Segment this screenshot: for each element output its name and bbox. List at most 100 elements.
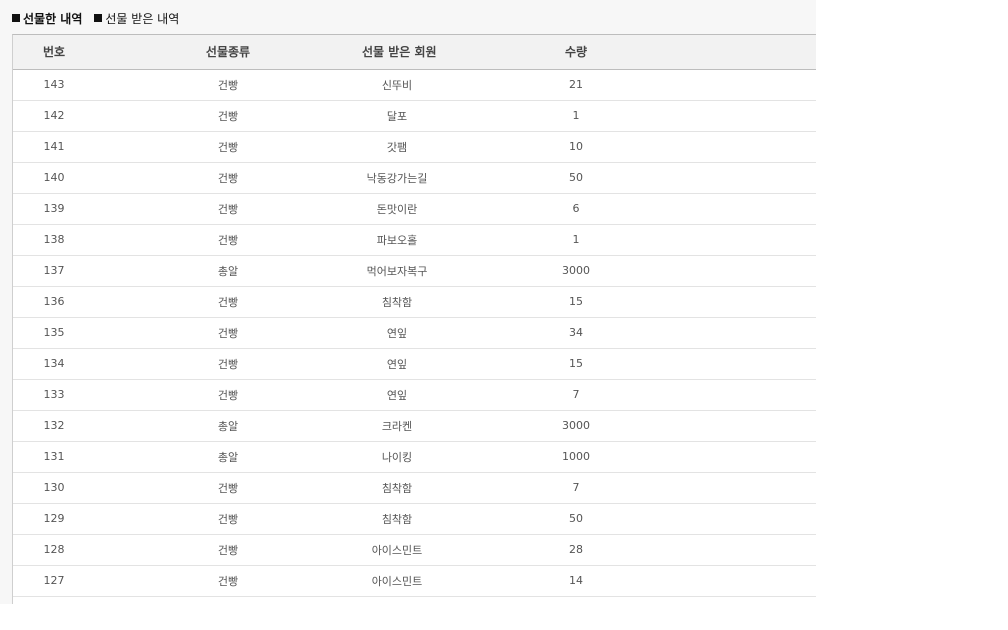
- cell-number: 127: [13, 565, 95, 597]
- header-gift-type: 선물종류: [95, 35, 361, 70]
- square-bullet-icon: [12, 14, 20, 22]
- cell-number: 129: [13, 503, 95, 535]
- cell-datetime: 2016-06-15 19:22:53: [719, 441, 816, 473]
- cell-number: 134: [13, 348, 95, 380]
- cell-quantity: 34: [433, 317, 719, 349]
- cell-gift-type: 총알: [95, 255, 361, 287]
- cell-datetime: 2016-06-18 02:26:37: [719, 410, 816, 442]
- cell-gift-type: 건빵: [95, 193, 361, 225]
- cell-quantity: 3000: [433, 255, 719, 287]
- cell-quantity: 3000: [433, 410, 719, 442]
- cell-recipient: 돈맛이란: [361, 193, 433, 225]
- cell-datetime: 2016-07-03 05:30:49: [719, 193, 816, 225]
- table-row: 132총알크라켄30002016-06-18 02:26:37: [13, 410, 816, 442]
- table-header-row: 번호 선물종류 선물 받은 회원 수량 일시: [13, 35, 816, 70]
- cell-datetime: 2016-07-08 01:40:32: [719, 69, 816, 101]
- cell-number: 138: [13, 224, 95, 256]
- cell-quantity: 28: [433, 534, 719, 566]
- table-row: 127건빵아이스민트142016-06-15 03:50:18: [13, 565, 816, 597]
- gift-tabs: 선물한 내역 선물 받은 내역: [12, 9, 191, 27]
- table-row: 143건빵신뚜비212016-07-08 01:40:32: [13, 69, 816, 101]
- cell-recipient: 신뚜비: [361, 69, 433, 101]
- cell-gift-type: 총알: [95, 441, 361, 473]
- table-row: 128건빵아이스민트282016-06-15 03:53:34: [13, 534, 816, 566]
- table-row: 139건빵돈맛이란62016-07-03 05:30:49: [13, 193, 816, 225]
- cell-gift-type: 건빵: [95, 534, 361, 566]
- cell-recipient: 낙동강가는길: [361, 162, 433, 194]
- tab-gifts-sent[interactable]: 선물한 내역: [12, 10, 82, 27]
- header-datetime: 일시: [719, 35, 816, 70]
- cell-recipient: 연잎: [361, 317, 433, 349]
- table-row: 131총알나이킹10002016-06-15 19:22:53: [13, 441, 816, 473]
- cell-datetime: 2016-06-26 00:45:25: [719, 286, 816, 318]
- cell-number: 139: [13, 193, 95, 225]
- cell-datetime: 2016-06-15 16:52:46: [719, 472, 816, 504]
- cell-quantity: 10: [433, 131, 719, 163]
- table-row: 134건빵연잎152016-06-18 19:21:04: [13, 348, 816, 380]
- cell-recipient: 침착함: [361, 286, 433, 318]
- tab-label: 선물 받은 내역: [105, 11, 180, 26]
- cell-number: 132: [13, 410, 95, 442]
- cell-number: 133: [13, 379, 95, 411]
- table-row: 140건빵낙동강가는길502016-07-07 16:23:13: [13, 162, 816, 194]
- cell-recipient: 먹어보자복구: [361, 255, 433, 287]
- cell-recipient: 아이스민트: [361, 534, 433, 566]
- gift-table-container: 번호 선물종류 선물 받은 회원 수량 일시 143건빵신뚜비212016-07…: [12, 34, 816, 604]
- cell-number: 143: [13, 69, 95, 101]
- cell-number: 136: [13, 286, 95, 318]
- cell-recipient: 연잎: [361, 348, 433, 380]
- cell-gift-type: 건빵: [95, 162, 361, 194]
- table-row: 136건빵침착함152016-06-26 00:45:25: [13, 286, 816, 318]
- cell-datetime: 2016-06-15 03:50:18: [719, 565, 816, 597]
- cell-gift-type: 총알: [95, 410, 361, 442]
- cell-recipient: 침착함: [361, 503, 433, 535]
- table-row: 142건빵달포12016-07-07 18:57:47: [13, 100, 816, 132]
- table-row: 129건빵침착함502016-06-15 16:51:49: [13, 503, 816, 535]
- cell-number: 128: [13, 534, 95, 566]
- cell-recipient: 아이스민트: [361, 565, 433, 597]
- cell-datetime: 2016-07-07 18:57:47: [719, 100, 816, 132]
- table-row: 130건빵침착함72016-06-15 16:52:46: [13, 472, 816, 504]
- cell-gift-type: 건빵: [95, 224, 361, 256]
- cell-datetime: 2016-06-15 03:53:34: [719, 534, 816, 566]
- cell-gift-type: 건빵: [95, 503, 361, 535]
- cell-datetime: 2016-06-18 19:29:17: [719, 317, 816, 349]
- cell-datetime: 2016-06-18 19:21:04: [719, 348, 816, 380]
- table-row: 141건빵갓팸102016-07-07 18:55:56: [13, 131, 816, 163]
- cell-recipient: 크라켄: [361, 410, 433, 442]
- tab-gifts-received[interactable]: 선물 받은 내역: [94, 10, 179, 27]
- cell-number: 135: [13, 317, 95, 349]
- cell-quantity: 15: [433, 348, 719, 380]
- cell-recipient: 침착함: [361, 472, 433, 504]
- cell-quantity: 1: [433, 100, 719, 132]
- cell-recipient: 나이킹: [361, 441, 433, 473]
- cell-number: 142: [13, 100, 95, 132]
- cell-gift-type: 건빵: [95, 348, 361, 380]
- table-row: 133건빵연잎72016-06-18 19:20:18: [13, 379, 816, 411]
- cell-gift-type: 건빵: [95, 69, 361, 101]
- cell-quantity: 1000: [433, 441, 719, 473]
- table-row: 135건빵연잎342016-06-18 19:29:17: [13, 317, 816, 349]
- cell-quantity: 1: [433, 224, 719, 256]
- tab-label: 선물한 내역: [23, 11, 83, 26]
- cell-datetime: 2016-06-27 14:19:50: [719, 255, 816, 287]
- cell-recipient: 연잎: [361, 379, 433, 411]
- cell-quantity: 6: [433, 193, 719, 225]
- header-recipient: 선물 받은 회원: [361, 35, 437, 70]
- cell-quantity: 7: [433, 379, 719, 411]
- cell-gift-type: 건빵: [95, 379, 361, 411]
- gift-history-table: 번호 선물종류 선물 받은 회원 수량 일시 143건빵신뚜비212016-07…: [13, 35, 816, 597]
- gift-history-panel: 선물한 내역 선물 받은 내역 번호 선물종류 선물 받은 회원 수량 일시 1…: [0, 0, 816, 604]
- cell-datetime: 2016-06-15 16:51:49: [719, 503, 816, 535]
- table-row: 138건빵파보오홀12016-07-01 15:11:14: [13, 224, 816, 256]
- cell-quantity: 50: [433, 503, 719, 535]
- cell-number: 137: [13, 255, 95, 287]
- cell-recipient: 달포: [361, 100, 433, 132]
- cell-number: 141: [13, 131, 95, 163]
- cell-number: 130: [13, 472, 95, 504]
- cell-recipient: 갓팸: [361, 131, 433, 163]
- cell-quantity: 15: [433, 286, 719, 318]
- cell-datetime: 2016-07-07 18:55:56: [719, 131, 816, 163]
- header-number: 번호: [13, 35, 95, 70]
- cell-gift-type: 건빵: [95, 286, 361, 318]
